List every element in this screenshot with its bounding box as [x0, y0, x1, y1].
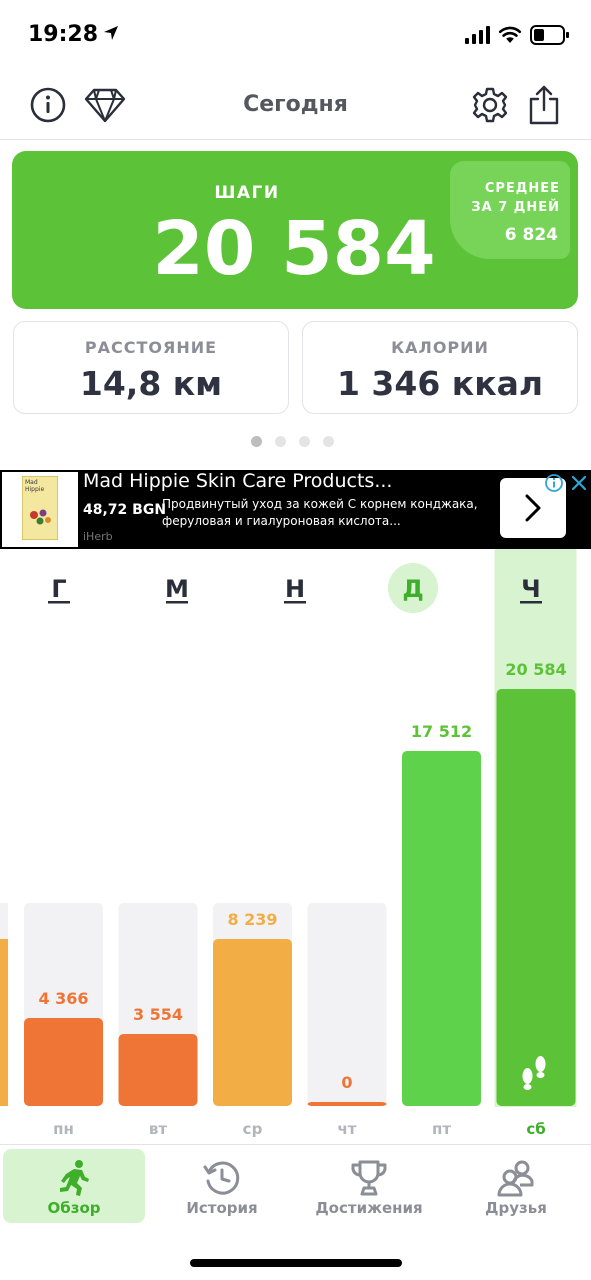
location-arrow-icon: [104, 26, 118, 40]
steps-chart-svg: 4 366 пн 3 554 вт 8 239 ср 0 чт 17 512 пт 20 584 сб…: [0, 549, 577, 1138]
period-tab-Ч[interactable]: Ч: [521, 575, 540, 603]
tab-history-label: История: [186, 1199, 258, 1217]
chart-category-label: вт: [149, 1120, 167, 1138]
distance-card[interactable]: РАССТОЯНИЕ 14,8 км: [13, 321, 289, 414]
ad-product-image[interactable]: Mad Hippie: [2, 472, 78, 547]
steps-card[interactable]: ШАГИ 20 584 СРЕДНЕЕ ЗА 7 ДНЕЙ 6 824: [12, 151, 578, 309]
calories-label: КАЛОРИИ: [391, 338, 489, 357]
weekly-average-label-line1: СРЕДНЕЕ: [484, 181, 560, 196]
calories-value: 1 346 ккал: [336, 364, 544, 403]
status-bar: 19:28: [0, 0, 591, 70]
chart-bar-previous: [0, 939, 8, 1106]
steps-chart[interactable]: 4 366 пн 3 554 вт 8 239 ср 0 чт 17 512 пт 20 584 сб…: [0, 549, 591, 1141]
home-indicator: [190, 1259, 402, 1267]
chevron-right-icon: [525, 494, 541, 522]
chart-value-label: 0: [341, 1073, 352, 1092]
trophy-icon: [351, 1160, 387, 1196]
period-tab-underline: [48, 601, 70, 604]
chart-bar-вт[interactable]: [118, 1034, 198, 1106]
distance-value: 14,8 км: [79, 364, 223, 403]
chart-category-label: ср: [243, 1120, 263, 1138]
weekly-average-value: 6 824: [504, 225, 558, 245]
header: Сегодня: [0, 70, 591, 140]
settings-gear-icon[interactable]: [470, 85, 510, 125]
period-tab-Д[interactable]: Д: [402, 575, 423, 603]
chart-bar-чт[interactable]: [307, 1102, 387, 1106]
chart-bar-ср[interactable]: [213, 939, 292, 1106]
period-tab-Н[interactable]: Н: [285, 575, 305, 603]
ad-close-icon[interactable]: [570, 474, 588, 492]
wifi-icon: [498, 26, 522, 43]
period-tab-underline: [284, 601, 306, 604]
cellular-signal-icon: [465, 26, 490, 44]
page-dot[interactable]: [275, 436, 286, 447]
period-tab-М[interactable]: М: [165, 575, 189, 603]
page-dot[interactable]: [251, 436, 262, 447]
battery-icon: [530, 25, 569, 45]
chart-bar-сб[interactable]: [496, 689, 576, 1106]
chart-value-label: 17 512: [411, 722, 472, 741]
period-tab-underline: [166, 601, 188, 604]
chart-value-label: 3 554: [133, 1005, 183, 1024]
chart-value-label: 8 239: [227, 910, 277, 929]
ad-choices-icon[interactable]: [545, 474, 563, 492]
ad-banner[interactable]: Mad Hippie Mad Hippie Skin Care Products…: [0, 470, 591, 549]
chart-value-label: 20 584: [505, 660, 566, 679]
chart-bar-пт[interactable]: [402, 751, 481, 1106]
calories-card[interactable]: КАЛОРИИ 1 346 ккал: [302, 321, 578, 414]
page-dot[interactable]: [323, 436, 334, 447]
runner-icon: [60, 1160, 89, 1196]
tab-overview[interactable]: Обзор: [3, 1149, 145, 1223]
app-root: 19:28 Сегодня ШАГИ 20 584 СРЕДНЕЕ ЗА 7 Д…: [0, 0, 591, 1280]
page-dot[interactable]: [299, 436, 310, 447]
ad-description: Продвинутый уход за кожей С корнем кондж…: [162, 497, 478, 528]
ad-product-text: Mad Hippie: [25, 479, 45, 493]
distance-label: РАССТОЯНИЕ: [84, 338, 218, 357]
tab-overview-label: Обзор: [47, 1199, 101, 1217]
tab-history[interactable]: История: [151, 1149, 293, 1223]
ad-product-bottle: Mad Hippie: [22, 476, 58, 540]
status-time: 19:28: [28, 22, 99, 47]
chart-category-label: чт: [338, 1120, 357, 1138]
chart-category-label: пн: [53, 1120, 74, 1138]
period-tab-underline: [520, 601, 542, 604]
chart-category-label: сб: [526, 1120, 545, 1138]
tab-achievements-label: Достижения: [315, 1199, 423, 1217]
chart-bar-пн[interactable]: [24, 1018, 103, 1106]
chart-value-label: 4 366: [38, 989, 88, 1008]
tab-friends-label: Друзья: [485, 1199, 547, 1217]
weekly-average-label-line2: ЗА 7 ДНЕЙ: [471, 200, 560, 215]
weekly-average-label: СРЕДНЕЕ ЗА 7 ДНЕЙ: [460, 179, 560, 217]
share-icon[interactable]: [524, 85, 564, 125]
tab-friends[interactable]: Друзья: [445, 1149, 587, 1223]
page-indicator[interactable]: [251, 436, 334, 447]
ad-source: iHerb: [83, 530, 113, 543]
friends-icon: [497, 1160, 534, 1197]
weekly-average-box: СРЕДНЕЕ ЗА 7 ДНЕЙ 6 824: [450, 161, 570, 259]
tab-achievements[interactable]: Достижения: [298, 1149, 440, 1223]
ad-title[interactable]: Mad Hippie Skin Care Products...: [83, 470, 392, 492]
history-icon: [203, 1161, 240, 1195]
ad-price: 48,72 BGN: [83, 502, 167, 518]
chart-category-label: пт: [432, 1120, 451, 1138]
steps-label: ШАГИ: [214, 183, 280, 203]
flower-icon: [30, 509, 51, 525]
period-tab-Г[interactable]: Г: [51, 575, 66, 603]
